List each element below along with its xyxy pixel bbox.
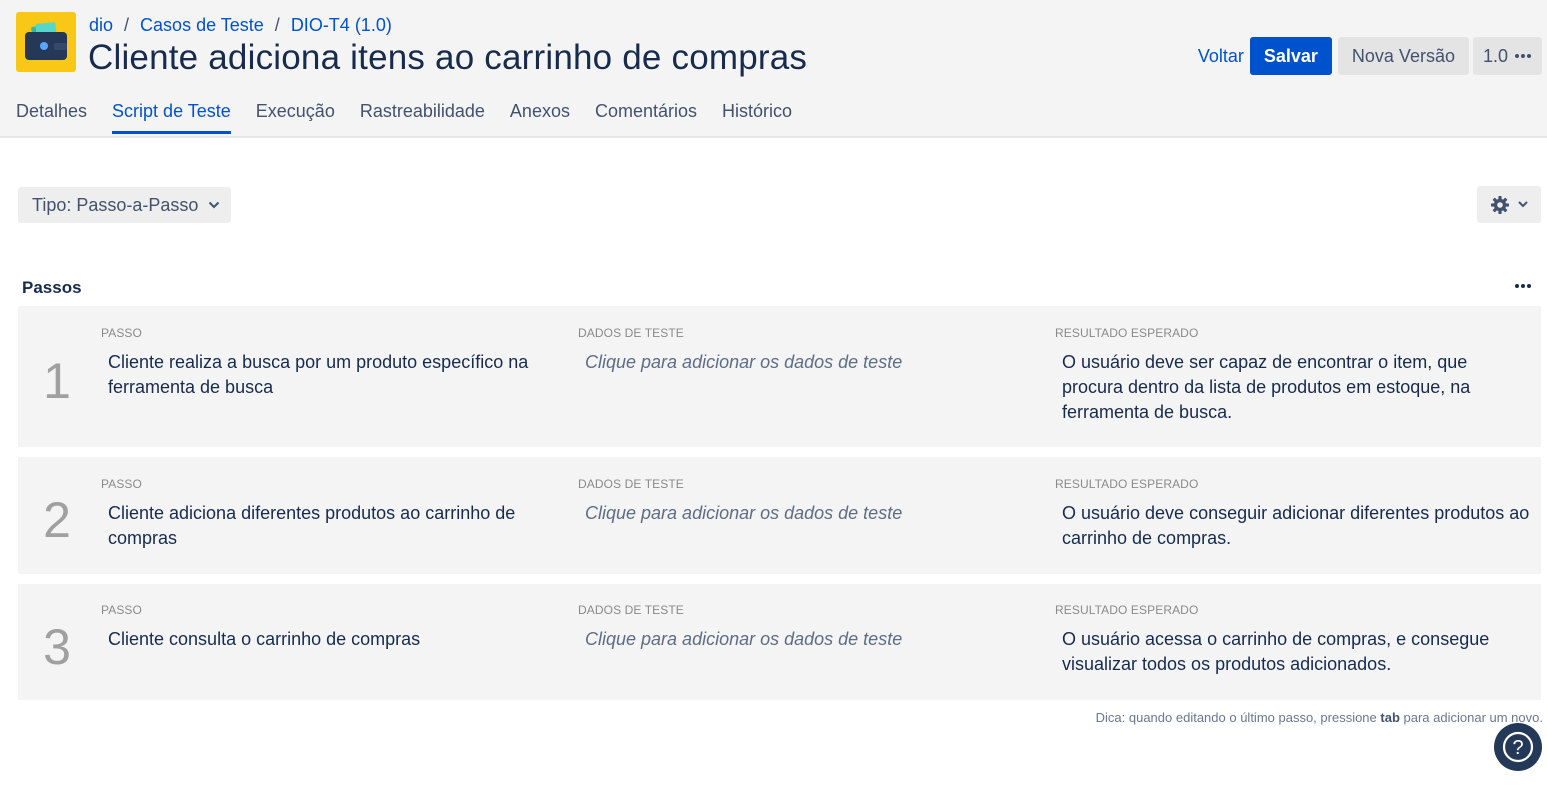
version-menu-button[interactable]: 1.0 [1472, 37, 1542, 75]
breadcrumb: dio / Casos de Teste / DIO-T4 (1.0) [89, 15, 392, 36]
steps-more-button[interactable] [1511, 276, 1537, 296]
expected-result[interactable]: O usuário deve ser capaz de encontrar o … [1062, 350, 1527, 425]
test-data-field[interactable]: Clique para adicionar os dados de teste [585, 627, 1025, 652]
tab-execution[interactable]: Execução [256, 101, 335, 134]
script-type-select[interactable]: Tipo: Passo-a-Passo [18, 187, 232, 223]
help-label: ? [1512, 737, 1523, 759]
data-column-label: DADOS DE TESTE [578, 477, 684, 491]
project-logo[interactable] [16, 12, 76, 72]
steps-section-title: Passos [22, 278, 82, 297]
hint-prefix: Dica: quando editando o último passo, pr… [1095, 710, 1377, 725]
more-icon [1515, 284, 1531, 288]
back-button[interactable]: Voltar [1192, 46, 1250, 67]
help-icon: ? [1502, 731, 1534, 763]
page-header: dio / Casos de Teste / DIO-T4 (1.0) Cliente … [0, 0, 1547, 138]
test-step[interactable]: 1 PASSO DADOS DE TESTE RESULTADO ESPERAD… [18, 306, 1541, 447]
breadcrumb-separator: / [124, 15, 130, 35]
step-column-label: PASSO [101, 326, 142, 340]
breadcrumb-project[interactable]: dio [89, 15, 113, 35]
breadcrumb-section[interactable]: Casos de Teste [140, 15, 264, 35]
breadcrumb-item[interactable]: DIO-T4 (1.0) [291, 15, 392, 35]
more-icon [1515, 54, 1531, 58]
tab-details[interactable]: Detalhes [16, 101, 87, 134]
test-step[interactable]: 3 PASSO DADOS DE TESTE RESULTADO ESPERAD… [18, 584, 1541, 700]
step-column-label: PASSO [101, 477, 142, 491]
breadcrumb-separator: / [274, 15, 280, 35]
expected-result[interactable]: O usuário acessa o carrinho de compras, … [1062, 627, 1502, 677]
test-data-field[interactable]: Clique para adicionar os dados de teste [585, 501, 1025, 526]
editing-hint: Dica: quando editando o último passo, pr… [1096, 710, 1543, 725]
page-title: Cliente adiciona itens ao carrinho de co… [88, 38, 808, 77]
data-column-label: DADOS DE TESTE [578, 603, 684, 617]
header-actions: Voltar Salvar Nova Versão 1.0 [1192, 37, 1542, 75]
tab-bar: Detalhes Script de Teste Execução Rastre… [16, 101, 817, 136]
step-column-label: PASSO [101, 603, 142, 617]
gear-icon [1491, 195, 1509, 214]
wallet-icon [25, 22, 67, 60]
help-button[interactable]: ? [1494, 723, 1542, 771]
tab-history[interactable]: Histórico [722, 101, 792, 134]
save-button[interactable]: Salvar [1249, 37, 1332, 75]
step-description[interactable]: Cliente adiciona diferentes produtos ao … [108, 501, 538, 551]
settings-button[interactable] [1477, 186, 1541, 223]
tab-comments[interactable]: Comentários [595, 101, 697, 134]
step-number: 1 [43, 353, 71, 409]
result-column-label: RESULTADO ESPERADO [1055, 477, 1199, 491]
expected-result[interactable]: O usuário deve conseguir adicionar difer… [1062, 501, 1532, 551]
result-column-label: RESULTADO ESPERADO [1055, 326, 1199, 340]
tab-test-script[interactable]: Script de Teste [112, 101, 231, 134]
version-label: 1.0 [1482, 46, 1508, 66]
script-type-label: Tipo: Passo-a-Passo [32, 194, 199, 215]
new-version-button[interactable]: Nova Versão [1337, 37, 1469, 75]
tab-attachments[interactable]: Anexos [510, 101, 570, 134]
chevron-down-icon [1518, 201, 1528, 208]
step-description[interactable]: Cliente realiza a busca por um produto e… [108, 350, 538, 400]
result-column-label: RESULTADO ESPERADO [1055, 603, 1199, 617]
tab-traceability[interactable]: Rastreabilidade [360, 101, 485, 134]
data-column-label: DADOS DE TESTE [578, 326, 684, 340]
step-number: 2 [43, 492, 71, 548]
test-data-field[interactable]: Clique para adicionar os dados de teste [585, 350, 1025, 375]
step-number: 3 [43, 619, 71, 675]
chevron-down-icon [209, 201, 220, 209]
hint-key: tab [1380, 710, 1400, 725]
test-step[interactable]: 2 PASSO DADOS DE TESTE RESULTADO ESPERAD… [18, 457, 1541, 574]
step-description[interactable]: Cliente consulta o carrinho de compras [108, 627, 538, 652]
